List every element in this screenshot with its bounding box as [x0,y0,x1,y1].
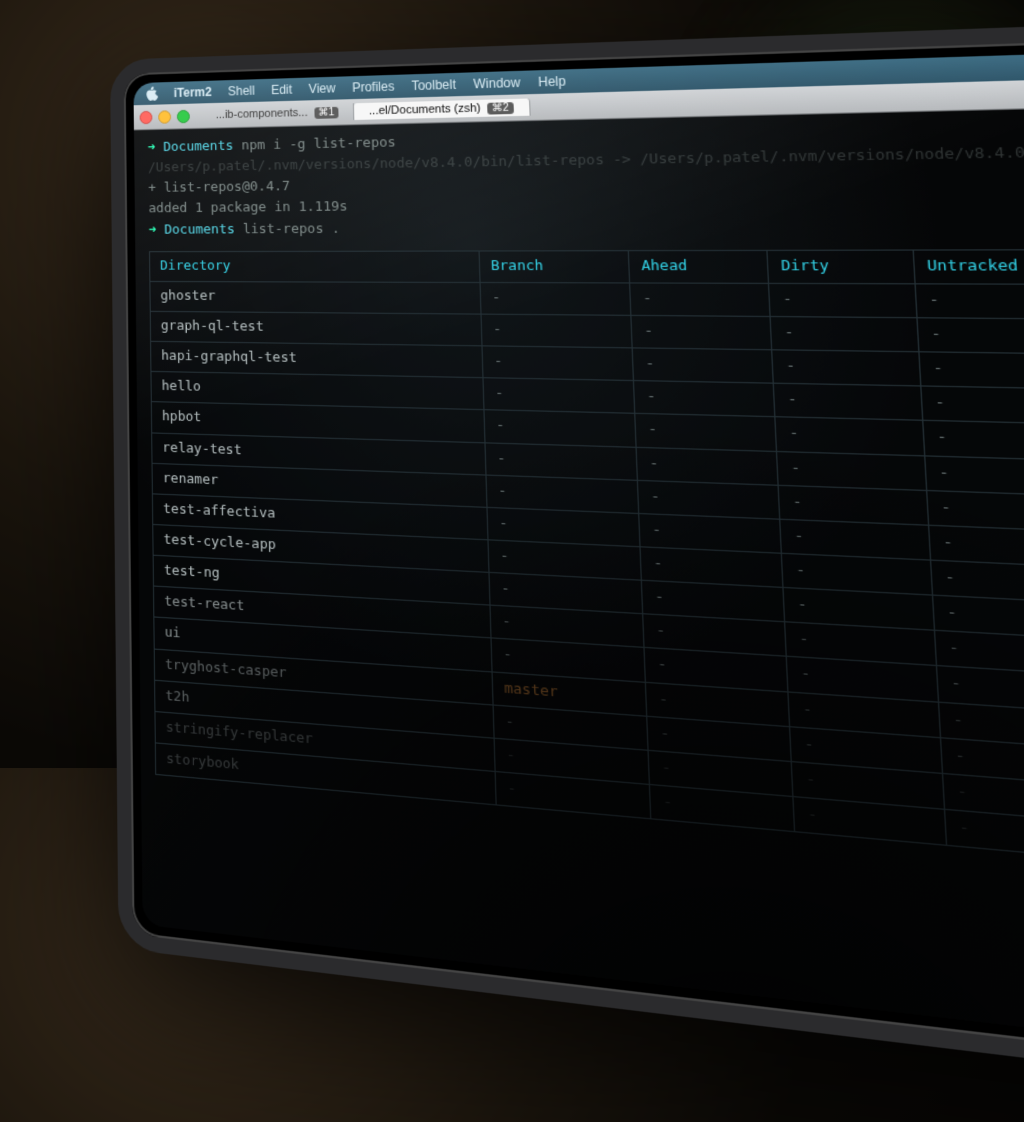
prompt-cwd: Documents [163,138,233,155]
window-traffic-lights [140,109,190,123]
td-ahead: - [635,414,777,451]
menubar-app-title[interactable]: iTerm2 [174,85,212,100]
prompt-arrow-icon: ➜ [148,140,156,155]
apple-logo-icon [145,86,158,100]
prompt-cmd: npm i -g list-repos [241,135,396,154]
td-branch: - [482,346,634,381]
th-branch: Branch [479,250,630,282]
tab-components[interactable]: ...ib-components... ⌘1 [202,103,355,123]
menubar-item-shell[interactable]: Shell [228,83,255,98]
list-repos-table: Directory Branch Ahead Dirty Untracked S… [149,248,1024,887]
tab-badge: ⌘2 [487,102,513,114]
menubar-item-toolbelt[interactable]: Toolbelt [411,77,456,93]
screen: iTerm2 Shell Edit View Profiles Toolbelt… [133,42,1024,1084]
menubar-item-edit[interactable]: Edit [271,82,292,97]
prompt-cmd: list-repos . [243,221,340,237]
menubar-item-help[interactable]: Help [538,74,566,90]
td-untracked: - [944,809,1024,867]
td-dirty: - [771,316,919,351]
tab-label: ...el/Documents (zsh) [369,102,481,118]
menubar-item-profiles[interactable]: Profiles [352,79,395,95]
th-dirty: Dirty [767,250,914,284]
td-ahead: - [630,283,771,317]
td-branch: - [485,442,638,480]
laptop-frame: iTerm2 Shell Edit View Profiles Toolbelt… [110,11,1024,1121]
prompt-arrow-icon: ➜ [149,222,157,237]
td-untracked: - [919,352,1024,391]
td-branch: - [483,378,635,414]
td-untracked: - [915,284,1024,320]
tab-documents[interactable]: ...el/Documents (zsh) ⌘2 [354,98,530,120]
menubar-item-window[interactable]: Window [473,75,520,91]
close-icon[interactable] [140,110,153,123]
th-ahead: Ahead [629,250,770,283]
td-ahead: - [636,447,778,485]
td-branch: - [480,282,631,315]
td-dirty: - [769,283,917,318]
prompt-cwd: Documents [164,221,235,237]
td-dirty: - [777,451,926,490]
td-ahead: - [631,315,772,350]
tab-label: ...ib-components... [216,107,308,122]
terminal-body[interactable]: ➜ Documents npm i -g list-repos /Users/p… [134,100,1024,906]
td-untracked: - [917,318,1024,355]
maximize-icon[interactable] [177,109,190,123]
td-ahead: - [634,381,776,417]
td-dirty: - [772,350,920,386]
td-ahead: - [632,348,773,383]
td-dir: graph-ql-test [150,311,481,346]
td-dirty: - [775,417,924,455]
td-branch: - [484,410,637,447]
td-branch: - [481,314,633,348]
tab-badge: ⌘1 [314,106,339,118]
menubar-item-view[interactable]: View [309,81,336,96]
th-directory: Directory [150,251,480,283]
td-dirty: - [774,383,923,420]
th-untracked: Untracked [913,249,1024,284]
minimize-icon[interactable] [158,110,171,123]
td-dir: ghoster [150,281,481,314]
